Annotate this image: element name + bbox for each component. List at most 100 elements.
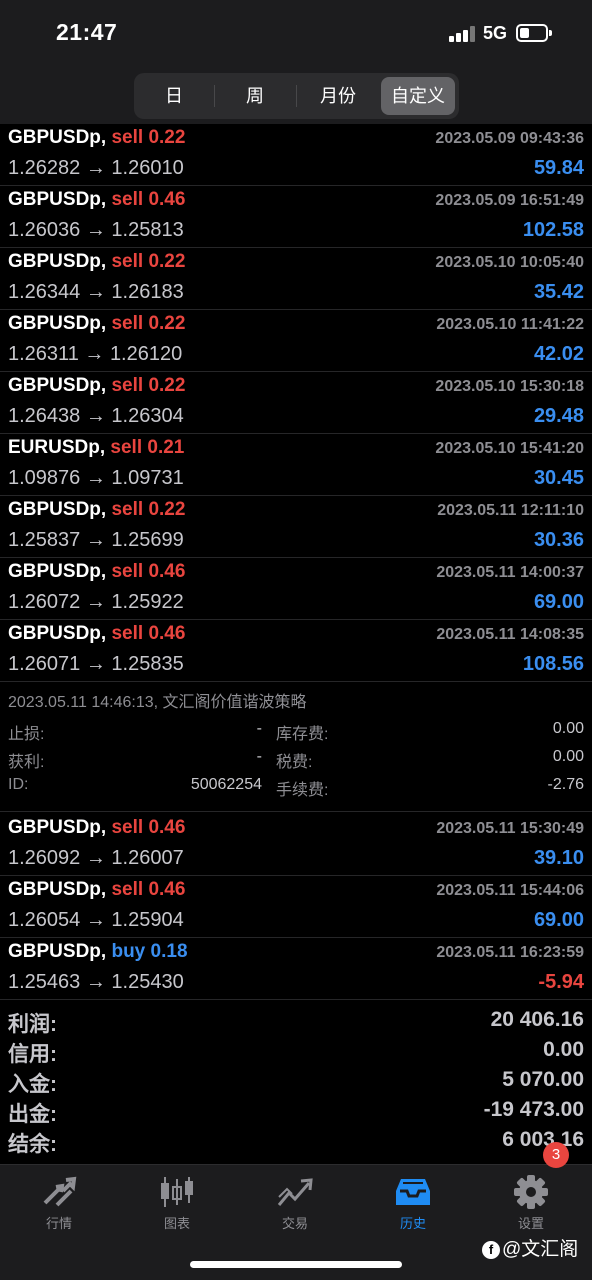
take-profit-value: - xyxy=(256,748,262,765)
detail-row: 止损: - 库存费: 0.00 xyxy=(0,720,592,744)
summary-value: -19 473.00 xyxy=(483,1098,584,1121)
summary-value: 20 406.16 xyxy=(490,1008,584,1031)
commission-value: -2.76 xyxy=(547,776,584,793)
deal-profit: 69.00 xyxy=(533,909,584,931)
deal-row[interactable]: GBPUSDp, sell 0.22 2023.05.09 09:43:36 1.2… xyxy=(0,124,592,186)
gear-icon xyxy=(514,1175,548,1209)
deal-row[interactable]: GBPUSDp, sell 0.22 2023.05.10 15:30:18 1.2… xyxy=(0,372,592,434)
arrow-right-icon: → xyxy=(85,281,106,303)
signal-strength-icon xyxy=(449,26,475,42)
deal-prices: 1.26311 → 1.26120 xyxy=(8,343,182,366)
deal-side: sell xyxy=(111,251,144,272)
period-tab-day[interactable]: 日 xyxy=(138,77,210,115)
close-price: 1.26010 xyxy=(111,157,184,179)
summary-row-profit: 利润: 20 406.16 xyxy=(0,1008,592,1038)
quotes-arrows-icon xyxy=(43,1176,77,1207)
tab-settings[interactable]: 设置 xyxy=(486,1175,576,1241)
deal-profit: 30.45 xyxy=(533,467,584,489)
open-price: 1.26072 xyxy=(8,591,81,613)
deal-prices: 1.09876 → 1.09731 xyxy=(8,467,184,490)
summary-label: 结余: xyxy=(8,1133,57,1156)
symbol-name: GBPUSDp, xyxy=(8,375,107,396)
deal-volume: 0.46 xyxy=(148,817,186,838)
deal-row[interactable]: GBPUSDp, sell 0.46 2023.05.09 16:51:49 1.2… xyxy=(0,186,592,248)
deal-symbol: GBPUSDp, sell 0.22 xyxy=(8,251,185,273)
arrow-right-icon: → xyxy=(84,343,105,365)
close-price: 1.26007 xyxy=(111,847,184,869)
close-price: 1.09731 xyxy=(111,467,184,489)
deal-side: sell xyxy=(111,817,144,838)
deal-row[interactable]: GBPUSDp, sell 0.46 2023.05.11 15:30:49 1.2… xyxy=(0,814,592,876)
deal-side: buy xyxy=(111,941,146,962)
summary-row-withdrawal: 出金: -19 473.00 xyxy=(0,1098,592,1128)
symbol-name: GBPUSDp, xyxy=(8,499,107,520)
open-price: 1.25837 xyxy=(8,529,81,551)
candlestick-chart-icon xyxy=(161,1177,193,1207)
battery-icon xyxy=(516,24,552,42)
summary-value: 5 070.00 xyxy=(502,1068,584,1091)
summary-row-deposit: 入金: 5 070.00 xyxy=(0,1068,592,1098)
close-price: 1.25813 xyxy=(111,219,184,241)
deal-volume: 0.46 xyxy=(148,189,186,210)
deal-row[interactable]: GBPUSDp, sell 0.22 2023.05.10 10:05:40 1.2… xyxy=(0,248,592,310)
symbol-name: GBPUSDp, xyxy=(8,561,107,582)
deal-row[interactable]: GBPUSDp, buy 0.18 2023.05.11 16:23:59 1.25… xyxy=(0,938,592,1000)
summary-row-credit: 信用: 0.00 xyxy=(0,1038,592,1068)
arrow-right-icon: → xyxy=(85,219,106,241)
deal-volume: 0.22 xyxy=(148,313,186,334)
arrow-right-icon: → xyxy=(85,529,106,551)
home-indicator[interactable] xyxy=(190,1261,402,1268)
arrow-right-icon: → xyxy=(85,653,106,675)
period-tab-week[interactable]: 周 xyxy=(218,77,292,115)
deal-symbol: GBPUSDp, sell 0.46 xyxy=(8,817,185,839)
deal-profit: 30.36 xyxy=(533,529,584,551)
period-tab-month[interactable]: 月份 xyxy=(300,77,376,115)
deal-symbol: GBPUSDp, sell 0.22 xyxy=(8,499,185,521)
deal-side: sell xyxy=(111,375,144,396)
deal-row[interactable]: GBPUSDp, sell 0.46 2023.05.11 15:44:06 1.2… xyxy=(0,876,592,938)
close-price: 1.26183 xyxy=(111,281,184,303)
deal-symbol: GBPUSDp, sell 0.46 xyxy=(8,623,185,645)
summary-value: 0.00 xyxy=(543,1038,584,1061)
close-price: 1.25904 xyxy=(111,909,184,931)
close-price: 1.25699 xyxy=(111,529,184,551)
deal-profit: 42.02 xyxy=(533,343,584,365)
period-tab-custom[interactable]: 自定义 xyxy=(381,77,455,115)
tab-label: 历史 xyxy=(399,1216,426,1231)
tab-label: 行情 xyxy=(45,1216,72,1231)
deal-row[interactable]: GBPUSDp, sell 0.22 2023.05.10 11:41:22 1.2… xyxy=(0,310,592,372)
deal-volume: 0.22 xyxy=(148,127,186,148)
network-type: 5G xyxy=(483,23,508,43)
taxes-value: 0.00 xyxy=(552,748,584,765)
open-price: 1.26092 xyxy=(8,847,81,869)
open-price: 1.26311 xyxy=(8,343,79,365)
deal-symbol: GBPUSDp, sell 0.46 xyxy=(8,879,185,901)
tab-charts[interactable]: 图表 xyxy=(132,1175,222,1241)
deal-prices: 1.26054 → 1.25904 xyxy=(8,909,184,932)
summary-label: 利润: xyxy=(8,1013,57,1036)
deal-row[interactable]: GBPUSDp, sell 0.22 2023.05.11 12:11:10 1.2… xyxy=(0,496,592,558)
symbol-name: GBPUSDp, xyxy=(8,941,107,962)
deal-datetime: 2023.05.10 15:30:18 xyxy=(435,378,584,395)
close-price: 1.25922 xyxy=(111,591,184,613)
status-time: 21:47 xyxy=(56,19,118,45)
deal-row[interactable]: GBPUSDp, sell 0.46 2023.05.11 14:08:35 1.2… xyxy=(0,620,592,682)
deal-volume: 0.22 xyxy=(148,251,186,272)
tab-label: 图表 xyxy=(163,1216,190,1231)
deal-row[interactable]: GBPUSDp, sell 0.46 2023.05.11 14:00:37 1.2… xyxy=(0,558,592,620)
open-price: 1.25463 xyxy=(8,971,81,993)
commission-label: 手续费: xyxy=(276,782,329,799)
deal-profit: -5.94 xyxy=(538,971,584,993)
symbol-name: GBPUSDp, xyxy=(8,623,107,644)
deal-row[interactable]: EURUSDp, sell 0.21 2023.05.10 15:41:20 1.0… xyxy=(0,434,592,496)
deal-prices: 1.26092 → 1.26007 xyxy=(8,847,184,870)
stop-loss-label: 止损: xyxy=(8,726,45,743)
tab-quotes[interactable]: 行情 xyxy=(14,1175,104,1241)
deal-symbol: EURUSDp, sell 0.21 xyxy=(8,437,184,459)
tab-label: 设置 xyxy=(517,1216,544,1231)
tab-history[interactable]: 历史 xyxy=(368,1175,458,1241)
deal-detail: 2023.05.11 14:46:13, 文汇阁价值谐波策略 止损: - 库存费… xyxy=(0,682,592,812)
close-price: 1.25835 xyxy=(111,653,184,675)
tab-trade[interactable]: 交易 xyxy=(250,1175,340,1241)
deal-side: sell xyxy=(111,189,144,210)
